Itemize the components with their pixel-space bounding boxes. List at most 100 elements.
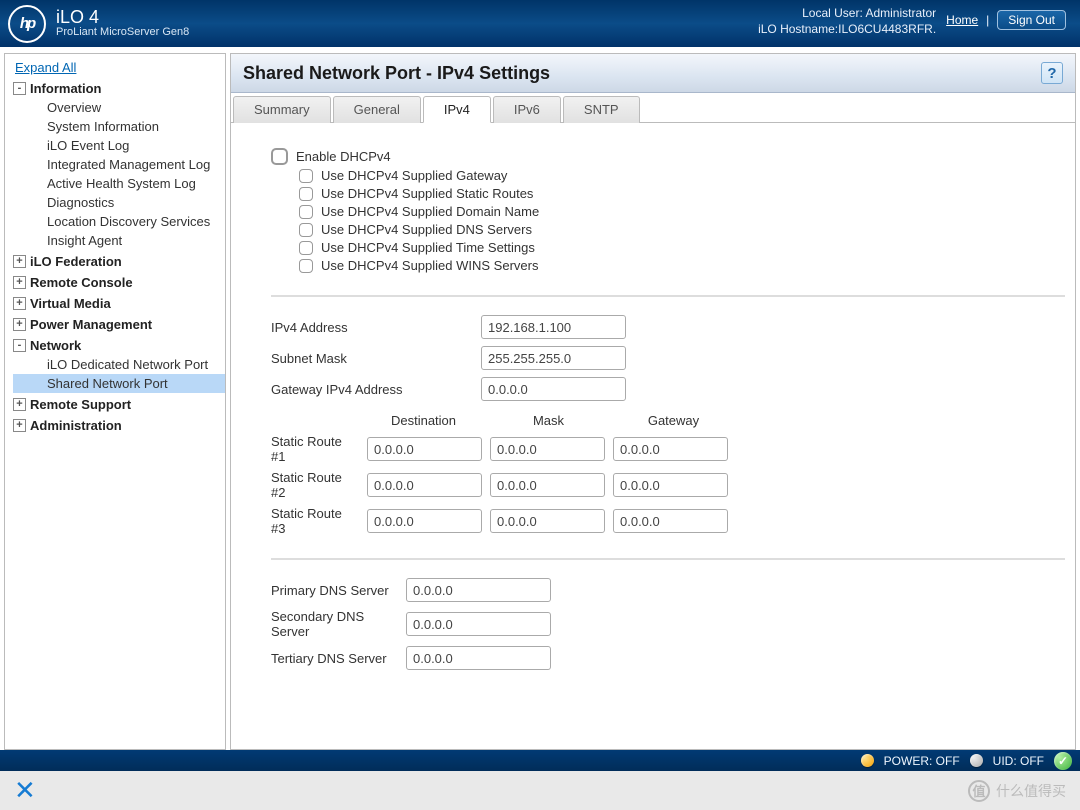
nav-administration[interactable]: + Administration (13, 416, 225, 435)
expand-all-link[interactable]: Expand All (13, 60, 76, 75)
primary-dns-label: Primary DNS Server (271, 583, 406, 598)
dhcp-dns-checkbox[interactable] (299, 223, 313, 237)
tab-sntp[interactable]: SNTP (563, 96, 640, 123)
collapse-icon[interactable]: - (13, 339, 26, 352)
content-pane: Shared Network Port - IPv4 Settings ? Su… (230, 53, 1076, 750)
tab-ipv6[interactable]: IPv6 (493, 96, 561, 123)
nav-network[interactable]: - Network (13, 336, 225, 355)
expand-icon[interactable]: + (13, 276, 26, 289)
nav-event-log[interactable]: iLO Event Log (13, 136, 225, 155)
col-gateway: Gateway (611, 413, 736, 428)
route1-label: Static Route #1 (271, 434, 359, 464)
bottom-bar: ✕ 值 什么值得买 (0, 771, 1080, 810)
subnet-mask-label: Subnet Mask (271, 351, 481, 366)
divider (271, 558, 1065, 560)
nav-information[interactable]: - Information (13, 79, 225, 98)
expand-icon[interactable]: + (13, 297, 26, 310)
tertiary-dns-label: Tertiary DNS Server (271, 651, 406, 666)
home-link[interactable]: Home (946, 13, 978, 27)
route1-mask-input[interactable] (490, 437, 605, 461)
watermark-badge-icon: 值 (968, 780, 990, 802)
dhcp-time-label: Use DHCPv4 Supplied Time Settings (321, 240, 535, 255)
tab-strip: Summary General IPv4 IPv6 SNTP (231, 93, 1075, 123)
dhcp-time-checkbox[interactable] (299, 241, 313, 255)
header-right: Local User: Administrator iLO Hostname:I… (758, 6, 1066, 37)
nav-iml[interactable]: Integrated Management Log (13, 155, 225, 174)
nav-ahs-log[interactable]: Active Health System Log (13, 174, 225, 193)
power-status: POWER: OFF (884, 754, 960, 768)
uid-status: UID: OFF (993, 754, 1044, 768)
ok-status-icon: ✓ (1054, 752, 1072, 770)
uid-led-icon (970, 754, 983, 767)
route3-gw-input[interactable] (613, 509, 728, 533)
status-bar: POWER: OFF UID: OFF ✓ (0, 750, 1080, 771)
expand-icon[interactable]: + (13, 255, 26, 268)
route3-mask-input[interactable] (490, 509, 605, 533)
route2-label: Static Route #2 (271, 470, 359, 500)
col-mask: Mask (486, 413, 611, 428)
app-header: hp iLO 4 ProLiant MicroServer Gen8 Local… (0, 0, 1080, 47)
enable-dhcp-checkbox[interactable] (271, 148, 288, 165)
nav-diagnostics[interactable]: Diagnostics (13, 193, 225, 212)
tab-ipv4[interactable]: IPv4 (423, 96, 491, 123)
gateway-label: Gateway IPv4 Address (271, 382, 481, 397)
nav-dedicated-port[interactable]: iLO Dedicated Network Port (13, 355, 225, 374)
dhcp-dns-label: Use DHCPv4 Supplied DNS Servers (321, 222, 532, 237)
secondary-dns-label: Secondary DNS Server (271, 609, 406, 639)
close-icon[interactable]: ✕ (14, 775, 36, 806)
expand-icon[interactable]: + (13, 398, 26, 411)
nav-remote-support[interactable]: + Remote Support (13, 395, 225, 414)
product-model: ProLiant MicroServer Gen8 (56, 26, 189, 39)
expand-icon[interactable]: + (13, 318, 26, 331)
route2-dest-input[interactable] (367, 473, 482, 497)
dhcp-wins-label: Use DHCPv4 Supplied WINS Servers (321, 258, 538, 273)
user-line: Local User: Administrator (758, 6, 936, 22)
route2-gw-input[interactable] (613, 473, 728, 497)
separator: | (986, 13, 989, 27)
primary-dns-input[interactable] (406, 578, 551, 602)
secondary-dns-input[interactable] (406, 612, 551, 636)
ipv4-addr-label: IPv4 Address (271, 320, 481, 335)
watermark-text: 什么值得买 (996, 781, 1066, 801)
tertiary-dns-input[interactable] (406, 646, 551, 670)
dhcp-domain-checkbox[interactable] (299, 205, 313, 219)
dhcp-domain-label: Use DHCPv4 Supplied Domain Name (321, 204, 539, 219)
ipv4-addr-input[interactable] (481, 315, 626, 339)
tab-summary[interactable]: Summary (233, 96, 331, 123)
page-title: Shared Network Port - IPv4 Settings (243, 63, 550, 84)
nav-shared-port[interactable]: Shared Network Port (13, 374, 225, 393)
expand-icon[interactable]: + (13, 419, 26, 432)
dhcp-routes-checkbox[interactable] (299, 187, 313, 201)
route3-dest-input[interactable] (367, 509, 482, 533)
route1-dest-input[interactable] (367, 437, 482, 461)
collapse-icon[interactable]: - (13, 82, 26, 95)
gateway-input[interactable] (481, 377, 626, 401)
dhcp-routes-label: Use DHCPv4 Supplied Static Routes (321, 186, 533, 201)
nav-sidebar: Expand All - Information Overview System… (4, 53, 226, 750)
nav-system-info[interactable]: System Information (13, 117, 225, 136)
route3-label: Static Route #3 (271, 506, 359, 536)
nav-remote-console[interactable]: + Remote Console (13, 273, 225, 292)
form-area: Enable DHCPv4 Use DHCPv4 Supplied Gatewa… (231, 123, 1075, 749)
sign-out-button[interactable]: Sign Out (997, 10, 1066, 30)
divider (271, 295, 1065, 297)
subnet-mask-input[interactable] (481, 346, 626, 370)
dhcp-wins-checkbox[interactable] (299, 259, 313, 273)
help-icon[interactable]: ? (1041, 62, 1063, 84)
nav-overview[interactable]: Overview (13, 98, 225, 117)
nav-loc-discovery[interactable]: Location Discovery Services (13, 212, 225, 231)
dhcp-gateway-checkbox[interactable] (299, 169, 313, 183)
nav-virtual-media[interactable]: + Virtual Media (13, 294, 225, 313)
route1-gw-input[interactable] (613, 437, 728, 461)
enable-dhcp-label: Enable DHCPv4 (296, 149, 391, 164)
tab-general[interactable]: General (333, 96, 421, 123)
nav-insight-agent[interactable]: Insight Agent (13, 231, 225, 250)
route2-mask-input[interactable] (490, 473, 605, 497)
user-info: Local User: Administrator iLO Hostname:I… (758, 6, 936, 37)
nav-power-mgmt[interactable]: + Power Management (13, 315, 225, 334)
watermark: 值 什么值得买 (968, 780, 1066, 802)
dhcp-gateway-label: Use DHCPv4 Supplied Gateway (321, 168, 507, 183)
product-name: iLO 4 (56, 8, 189, 26)
nav-federation[interactable]: + iLO Federation (13, 252, 225, 271)
header-title-block: iLO 4 ProLiant MicroServer Gen8 (56, 8, 189, 39)
